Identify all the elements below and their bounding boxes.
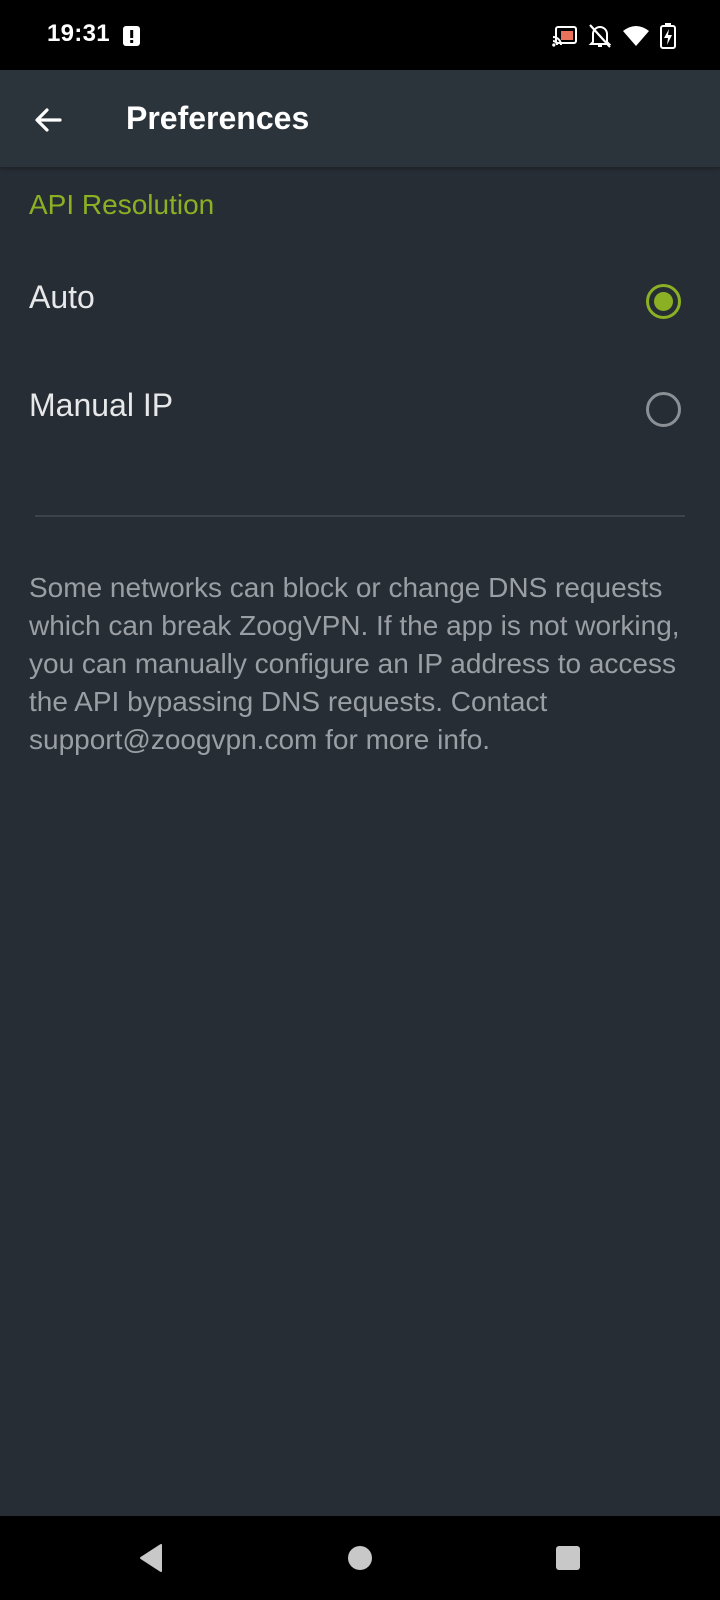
nav-home-button[interactable]	[342, 1540, 378, 1576]
help-text: Some networks can block or change DNS re…	[29, 572, 680, 755]
auto-radio-button[interactable]	[646, 284, 681, 319]
navigation-bar	[0, 1516, 720, 1600]
cast-icon	[552, 26, 577, 47]
app-bar: Preferences	[0, 70, 720, 167]
wifi-icon	[623, 26, 649, 46]
back-triangle-icon	[140, 1544, 162, 1572]
recents-square-icon	[556, 1546, 580, 1570]
home-circle-icon	[348, 1546, 372, 1570]
radio-selected-dot	[654, 292, 673, 311]
option-auto[interactable]: Auto	[0, 249, 720, 357]
option-manual-ip-label: Manual IP	[29, 387, 174, 423]
status-time: 19:31	[47, 20, 110, 47]
arrow-back-icon	[35, 108, 62, 132]
manual-ip-radio-button[interactable]	[646, 392, 681, 427]
divider	[35, 515, 685, 517]
back-button[interactable]	[20, 92, 76, 148]
option-auto-label: Auto	[29, 279, 95, 315]
alert-icon	[123, 26, 140, 46]
section-header-api-resolution: API Resolution	[29, 189, 215, 220]
nav-recents-button[interactable]	[550, 1540, 586, 1576]
status-icons	[542, 22, 676, 50]
notifications-off-icon	[588, 24, 612, 48]
battery-charging-icon	[660, 23, 676, 49]
status-bar: 19:31	[0, 0, 720, 70]
option-manual-ip[interactable]: Manual IP	[0, 357, 720, 465]
nav-back-button[interactable]	[133, 1540, 169, 1576]
page-title: Preferences	[126, 100, 310, 136]
